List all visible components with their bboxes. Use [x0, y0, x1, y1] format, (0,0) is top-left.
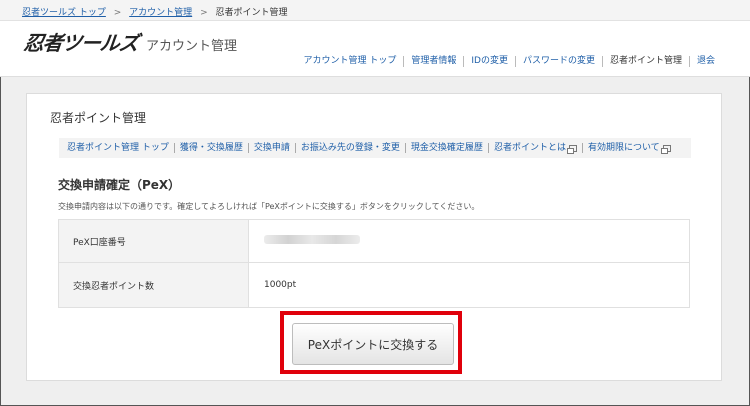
external-link-icon [566, 144, 577, 154]
breadcrumb-link-account[interactable]: アカウント管理 [129, 8, 192, 18]
site-header: 忍者ツールズ アカウント管理 アカウント管理 トップ 管理者情報 IDの変更 パ… [0, 21, 750, 77]
nav-account-top[interactable]: アカウント管理 トップ [296, 56, 403, 67]
exchange-to-pex-button[interactable]: PeXポイントに交換する [292, 323, 454, 365]
subnav-points-top[interactable]: 忍者ポイント管理 トップ [59, 143, 174, 153]
subnav-expiry-label: 有効期限について [587, 143, 660, 153]
nav-change-id[interactable]: IDの変更 [463, 56, 515, 67]
section-title: アカウント管理 [146, 39, 238, 54]
confirm-description: 交換申請内容は以下の通りです。確定してよろしければ「PeXポイントに交換する」ボ… [58, 202, 480, 211]
nav-change-password[interactable]: パスワードの変更 [514, 56, 602, 67]
pex-account-value [248, 219, 690, 263]
points-subnav: 忍者ポイント管理 トップ 獲得・交換履歴 交換申請 お振込み先の登録・変更 現金… [59, 138, 691, 158]
panel-title: 忍者ポイント管理 [50, 111, 147, 125]
exchange-points-value: 1000pt [248, 262, 690, 308]
subnav-about-points-label: 忍者ポイントとは [493, 143, 566, 153]
account-nav: アカウント管理 トップ 管理者情報 IDの変更 パスワードの変更 忍者ポイント管… [296, 56, 722, 67]
breadcrumb: 忍者ツールズ トップ > アカウント管理 > 忍者ポイント管理 [22, 5, 288, 18]
breadcrumb-current: 忍者ポイント管理 [215, 8, 288, 18]
exchange-points-label: 交換忍者ポイント数 [58, 262, 249, 308]
nav-admin-info[interactable]: 管理者情報 [403, 56, 463, 67]
breadcrumb-bar: 忍者ツールズ トップ > アカウント管理 > 忍者ポイント管理 [0, 0, 750, 21]
subnav-about-points[interactable]: 忍者ポイントとは [487, 143, 582, 154]
nav-withdraw[interactable]: 退会 [688, 56, 722, 67]
pex-account-label: PeX口座番号 [58, 219, 249, 263]
breadcrumb-link-top[interactable]: 忍者ツールズ トップ [22, 8, 106, 18]
subnav-history[interactable]: 獲得・交換履歴 [173, 143, 248, 153]
breadcrumb-separator: > [200, 8, 208, 18]
subnav-cash-history[interactable]: 現金交換確定履歴 [404, 143, 488, 153]
table-row: 交換忍者ポイント数 1000pt [58, 262, 690, 308]
subnav-bank-account[interactable]: お振込み先の登録・変更 [294, 143, 405, 153]
redacted-account-number [264, 235, 360, 244]
external-link-icon [660, 144, 671, 154]
exchange-details-table: PeX口座番号 交換忍者ポイント数 1000pt [58, 219, 690, 308]
table-row: PeX口座番号 [58, 219, 690, 263]
breadcrumb-separator: > [113, 8, 122, 18]
nav-ninja-points: 忍者ポイント管理 [601, 56, 689, 67]
confirm-title: 交換申請確定（PeX） [58, 178, 181, 192]
site-logo[interactable]: 忍者ツールズ [22, 27, 140, 56]
subnav-exchange-request[interactable]: 交換申請 [247, 143, 295, 153]
subnav-expiry[interactable]: 有効期限について [581, 143, 676, 154]
